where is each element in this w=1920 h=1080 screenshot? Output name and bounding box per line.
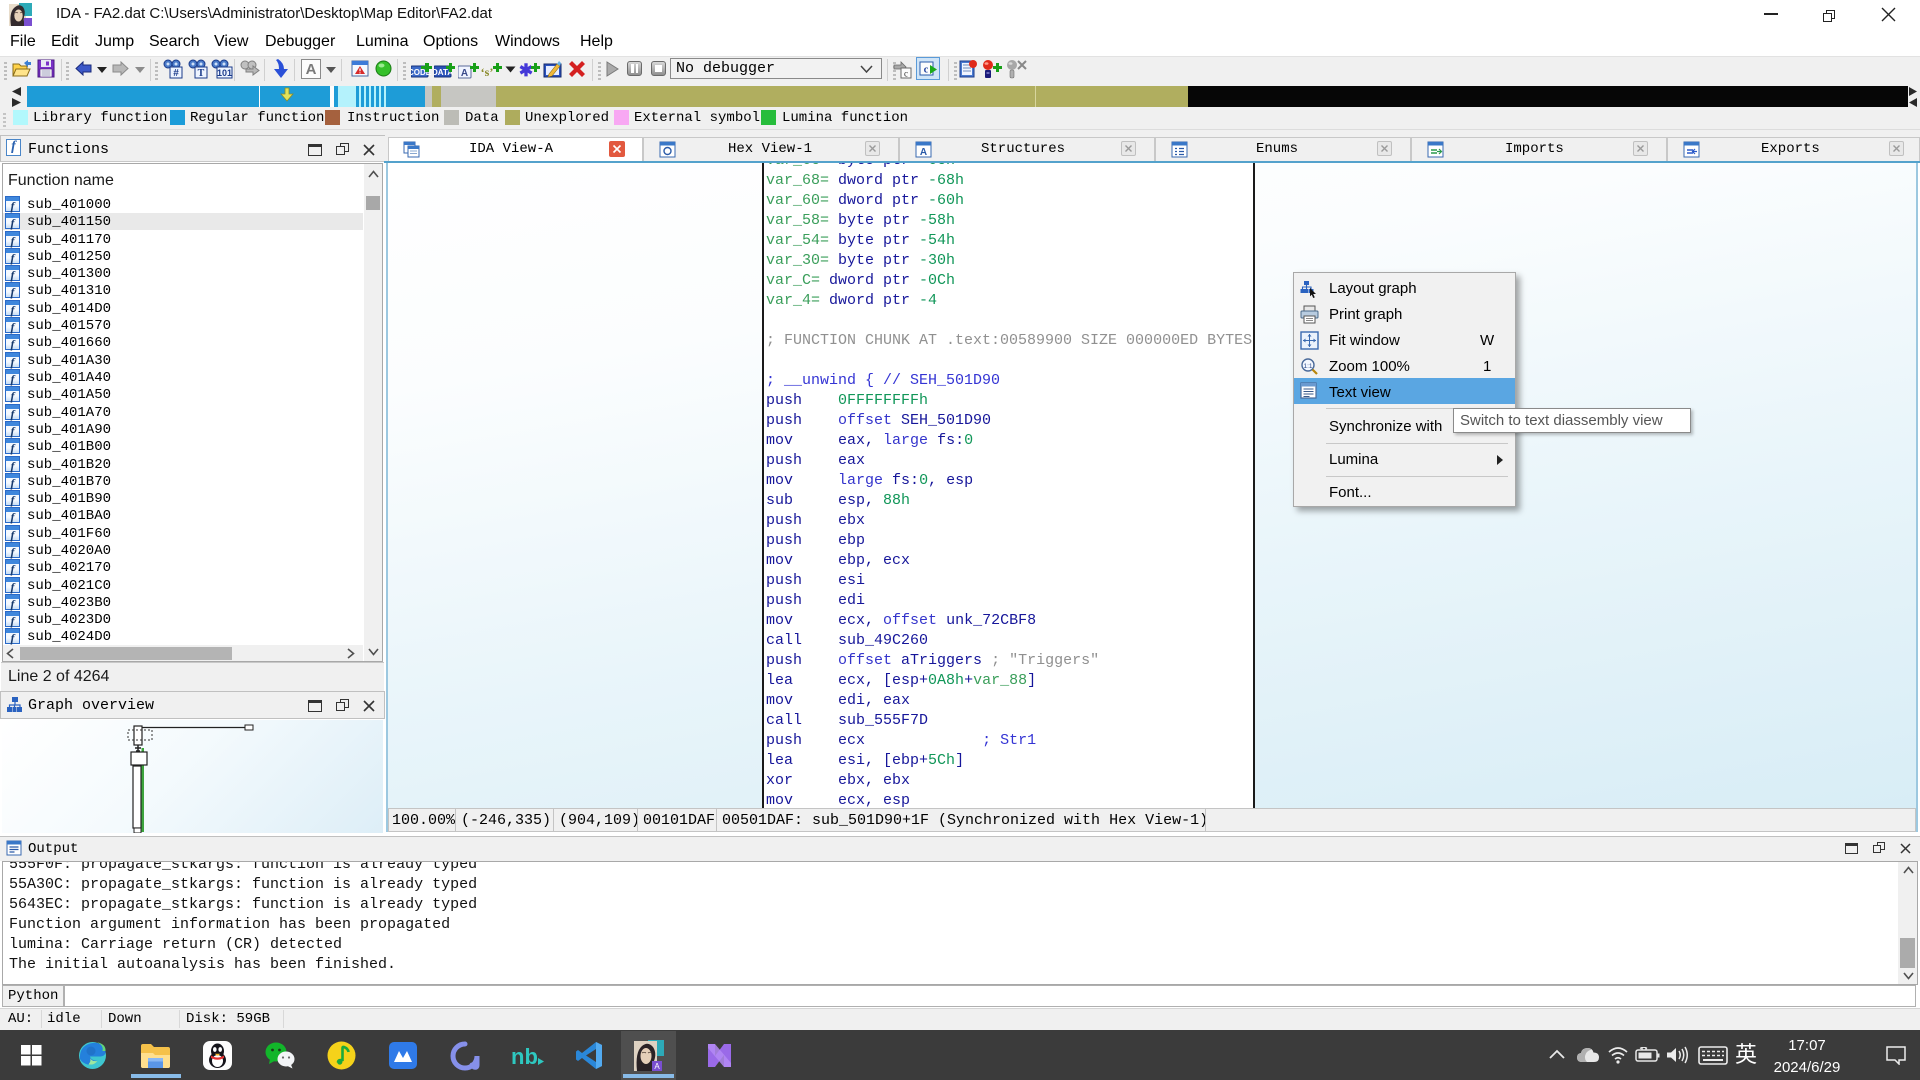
svg-text:101: 101: [217, 68, 232, 78]
svg-text:c: c: [924, 65, 929, 76]
svg-text:nb: nb: [511, 1044, 538, 1068]
svg-text:A: A: [654, 1062, 660, 1071]
svg-text:T: T: [198, 68, 205, 79]
svg-text:A: A: [920, 147, 927, 158]
svg-text:‘s’: ‘s’: [481, 65, 493, 79]
svg-text:A: A: [461, 68, 468, 79]
svg-text:c: c: [904, 69, 908, 79]
svg-text:1:1: 1:1: [1303, 363, 1312, 370]
svg-text:✱: ✱: [519, 61, 533, 79]
svg-text:#: #: [173, 68, 179, 79]
